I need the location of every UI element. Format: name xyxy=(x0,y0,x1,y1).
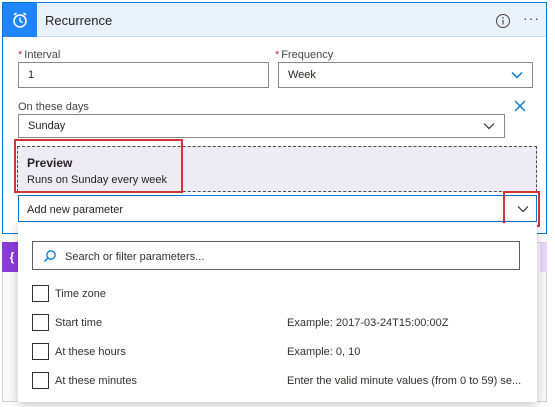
option-at-these-hours[interactable]: At these hours Example: 0, 10 xyxy=(32,343,532,363)
highlight-chevron-box xyxy=(503,191,540,227)
option-label: Start time xyxy=(55,317,103,329)
option-label: At these minutes xyxy=(55,375,137,387)
option-hint: Example: 0, 10 xyxy=(287,346,361,358)
option-hint: Example: 2017-03-24T15:00:00Z xyxy=(287,317,449,329)
option-at-these-minutes[interactable]: At these minutes Enter the valid minute … xyxy=(32,372,532,392)
option-label: Time zone xyxy=(55,288,106,300)
search-icon xyxy=(43,249,57,266)
info-icon[interactable] xyxy=(495,13,511,29)
interval-value: 1 xyxy=(28,69,35,81)
option-hint: Enter the valid minute values (from 0 to… xyxy=(287,375,522,387)
option-time-zone[interactable]: Time zone xyxy=(32,285,532,305)
search-placeholder: Search or filter parameters... xyxy=(65,251,205,263)
close-icon[interactable] xyxy=(513,99,529,115)
checkbox[interactable] xyxy=(32,285,49,302)
interval-label-text: Interval xyxy=(24,49,61,61)
chevron-down-icon xyxy=(510,68,524,85)
interval-label: * Interval xyxy=(18,49,60,61)
on-these-days-value: Sunday xyxy=(28,120,66,132)
checkbox[interactable] xyxy=(32,372,49,389)
interval-input[interactable]: 1 xyxy=(18,62,269,88)
card-header[interactable]: Recurrence ··· xyxy=(3,3,546,37)
frequency-value: Week xyxy=(288,69,316,81)
chevron-down-icon xyxy=(482,119,496,136)
checkbox[interactable] xyxy=(32,314,49,331)
card-title: Recurrence xyxy=(45,13,113,28)
required-mark: * xyxy=(18,49,23,61)
alarm-clock-icon xyxy=(3,3,37,37)
required-mark: * xyxy=(275,49,280,61)
checkbox[interactable] xyxy=(32,343,49,360)
parameter-dropdown: Search or filter parameters... Time zone… xyxy=(18,223,537,402)
option-start-time[interactable]: Start time Example: 2017-03-24T15:00:00Z xyxy=(32,314,532,334)
frequency-select[interactable]: Week xyxy=(278,62,533,88)
option-label: At these hours xyxy=(55,346,126,358)
next-action-header-strip xyxy=(540,242,547,272)
frequency-label: * Frequency xyxy=(275,49,333,61)
add-new-parameter-select[interactable]: Add new parameter xyxy=(18,195,537,222)
on-these-days-select[interactable]: Sunday xyxy=(18,114,505,138)
more-options-button[interactable]: ··· xyxy=(523,11,540,25)
add-new-parameter-label: Add new parameter xyxy=(27,204,123,216)
highlight-preview-box xyxy=(14,139,183,193)
frequency-label-text: Frequency xyxy=(281,49,334,61)
search-input[interactable]: Search or filter parameters... xyxy=(32,241,520,270)
on-these-days-label: On these days xyxy=(18,101,89,113)
